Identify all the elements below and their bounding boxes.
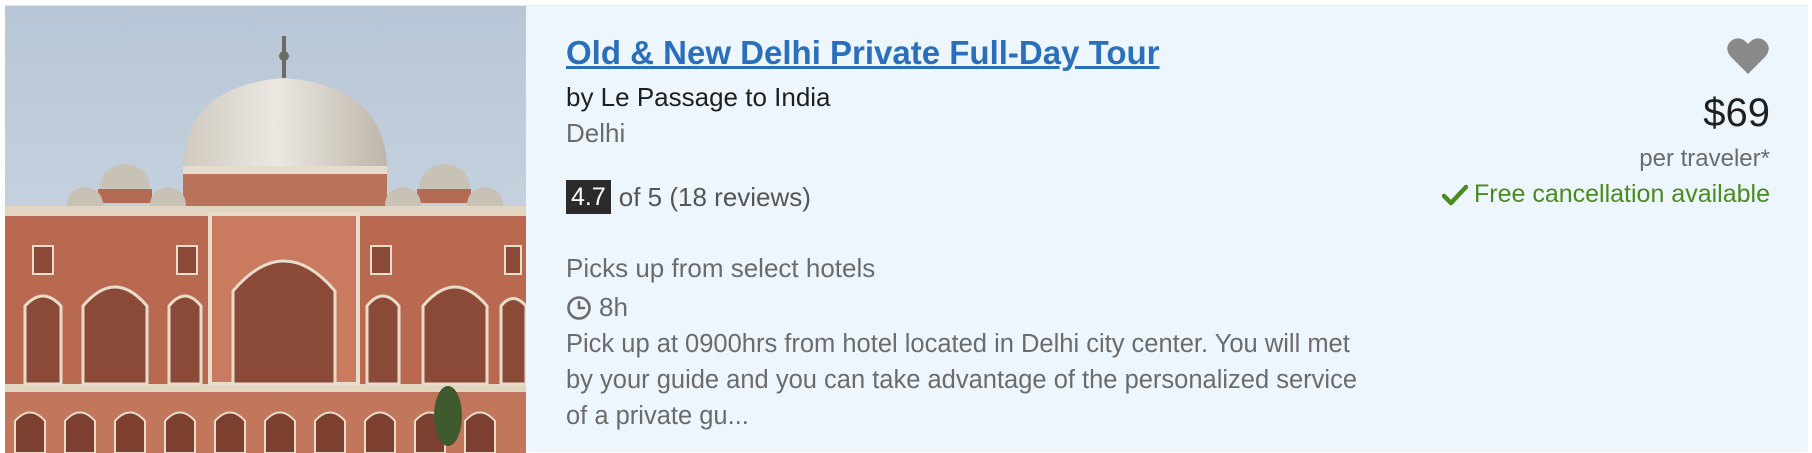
checkmark-icon bbox=[1441, 184, 1468, 205]
heart-icon bbox=[1727, 38, 1769, 74]
rating-summary[interactable]: 4.7 of 5 (18 reviews) bbox=[566, 180, 811, 214]
pickup-info: Picks up from select hotels bbox=[566, 253, 876, 283]
free-cancellation: Free cancellation available bbox=[1441, 180, 1770, 209]
product-image[interactable] bbox=[5, 6, 526, 453]
product-card[interactable]: Old & New Delhi Private Full-Day Tour by… bbox=[5, 5, 1808, 453]
favorite-button[interactable] bbox=[1726, 36, 1770, 81]
product-description: Pick up at 0900hrs from hotel located in… bbox=[566, 330, 1358, 430]
cancellation-label: Free cancellation available bbox=[1473, 180, 1770, 208]
duration-label: 8h bbox=[599, 292, 628, 322]
location-label: Delhi bbox=[566, 118, 626, 148]
rating-badge: 4.7 bbox=[566, 180, 611, 214]
price-unit: per traveler* bbox=[1639, 145, 1770, 172]
duration-info: 8h bbox=[566, 292, 628, 323]
product-title-link[interactable]: Old & New Delhi Private Full-Day Tour bbox=[566, 34, 1159, 72]
product-details: Old & New Delhi Private Full-Day Tour by… bbox=[566, 6, 1808, 452]
clock-icon bbox=[567, 295, 591, 320]
operator-name: by Le Passage to India bbox=[566, 82, 831, 112]
rating-text: of 5 (18 reviews) bbox=[618, 181, 811, 212]
price-amount: $69 bbox=[1703, 91, 1770, 135]
